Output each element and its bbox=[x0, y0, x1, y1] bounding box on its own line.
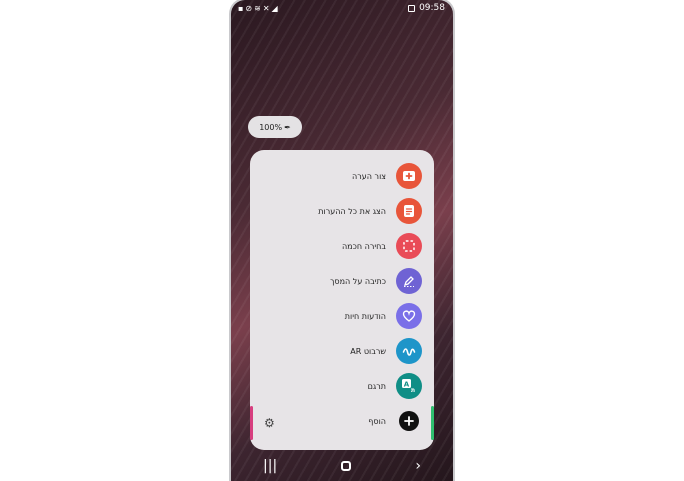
menu-item-label: בחירה חכמה bbox=[341, 241, 386, 251]
menu-item-translate[interactable]: Aת תרגם bbox=[368, 373, 422, 399]
phone-screen: ▪ ⊘ ≋ ✕ ◢ 09:58 100% ✒ צור הערה הצג את כ… bbox=[231, 0, 453, 481]
spen-icon: ✒ bbox=[284, 122, 291, 132]
status-time: 09:58 bbox=[419, 3, 445, 13]
menu-item-create-note[interactable]: צור הערה bbox=[352, 163, 422, 189]
svg-text:A: A bbox=[404, 381, 410, 389]
image-icon bbox=[408, 5, 416, 12]
create-note-icon bbox=[396, 163, 422, 189]
svg-text:ת: ת bbox=[411, 387, 415, 394]
lock-icon: ▪ bbox=[238, 4, 244, 13]
recent-apps-button[interactable]: ||| bbox=[263, 459, 277, 473]
menu-item-label: הוסף bbox=[368, 416, 386, 426]
status-icons-right: 09:58 bbox=[408, 3, 445, 14]
wifi-icon: ≋ bbox=[254, 4, 261, 13]
menu-item-add[interactable]: הוסף bbox=[368, 408, 422, 434]
live-messages-icon bbox=[396, 303, 422, 329]
menu-item-label: תרגם bbox=[367, 381, 386, 391]
menu-item-label: שרבוט AR bbox=[350, 346, 386, 356]
menu-item-ar-doodle[interactable]: שרבוט AR bbox=[350, 338, 422, 364]
menu-item-label: הצג את כל ההערות bbox=[318, 206, 386, 216]
menu-item-label: כתיבה על המסך bbox=[330, 276, 386, 286]
spen-battery-text: 100% bbox=[259, 122, 283, 132]
menu-item-screen-write[interactable]: כתיבה על המסך bbox=[330, 268, 422, 294]
menu-item-live-messages[interactable]: הודעות חיות bbox=[345, 303, 422, 329]
menu-item-label: צור הערה bbox=[352, 171, 386, 181]
navigation-bar: ||| › bbox=[231, 451, 453, 481]
air-command-panel: צור הערה הצג את כל ההערות בחירה חכמה כתי… bbox=[250, 150, 434, 450]
menu-item-view-notes[interactable]: הצג את כל ההערות bbox=[318, 198, 422, 224]
spen-battery-pill[interactable]: 100% ✒ bbox=[248, 116, 302, 138]
home-button[interactable] bbox=[341, 461, 352, 471]
blocked-icon: ⊘ bbox=[245, 4, 253, 13]
menu-item-smart-select[interactable]: בחירה חכמה bbox=[342, 233, 422, 259]
smart-select-icon bbox=[396, 233, 422, 259]
settings-gear-icon[interactable]: ⚙ bbox=[264, 416, 275, 430]
status-bar: ▪ ⊘ ≋ ✕ ◢ 09:58 bbox=[231, 0, 453, 18]
back-button[interactable]: › bbox=[415, 459, 421, 473]
ar-doodle-icon bbox=[396, 338, 422, 364]
menu-item-label: הודעות חיות bbox=[344, 311, 386, 321]
status-icons-left: ▪ ⊘ ≋ ✕ ◢ bbox=[238, 4, 278, 14]
view-notes-icon bbox=[396, 198, 422, 224]
screen-write-icon bbox=[396, 268, 422, 294]
mute-icon: ✕ bbox=[262, 4, 270, 13]
panel-edge-glow-right bbox=[431, 406, 434, 440]
panel-edge-glow-left bbox=[250, 406, 253, 440]
translate-icon: Aת bbox=[396, 373, 422, 399]
signal-icon: ◢ bbox=[271, 4, 278, 13]
add-icon bbox=[399, 411, 419, 431]
